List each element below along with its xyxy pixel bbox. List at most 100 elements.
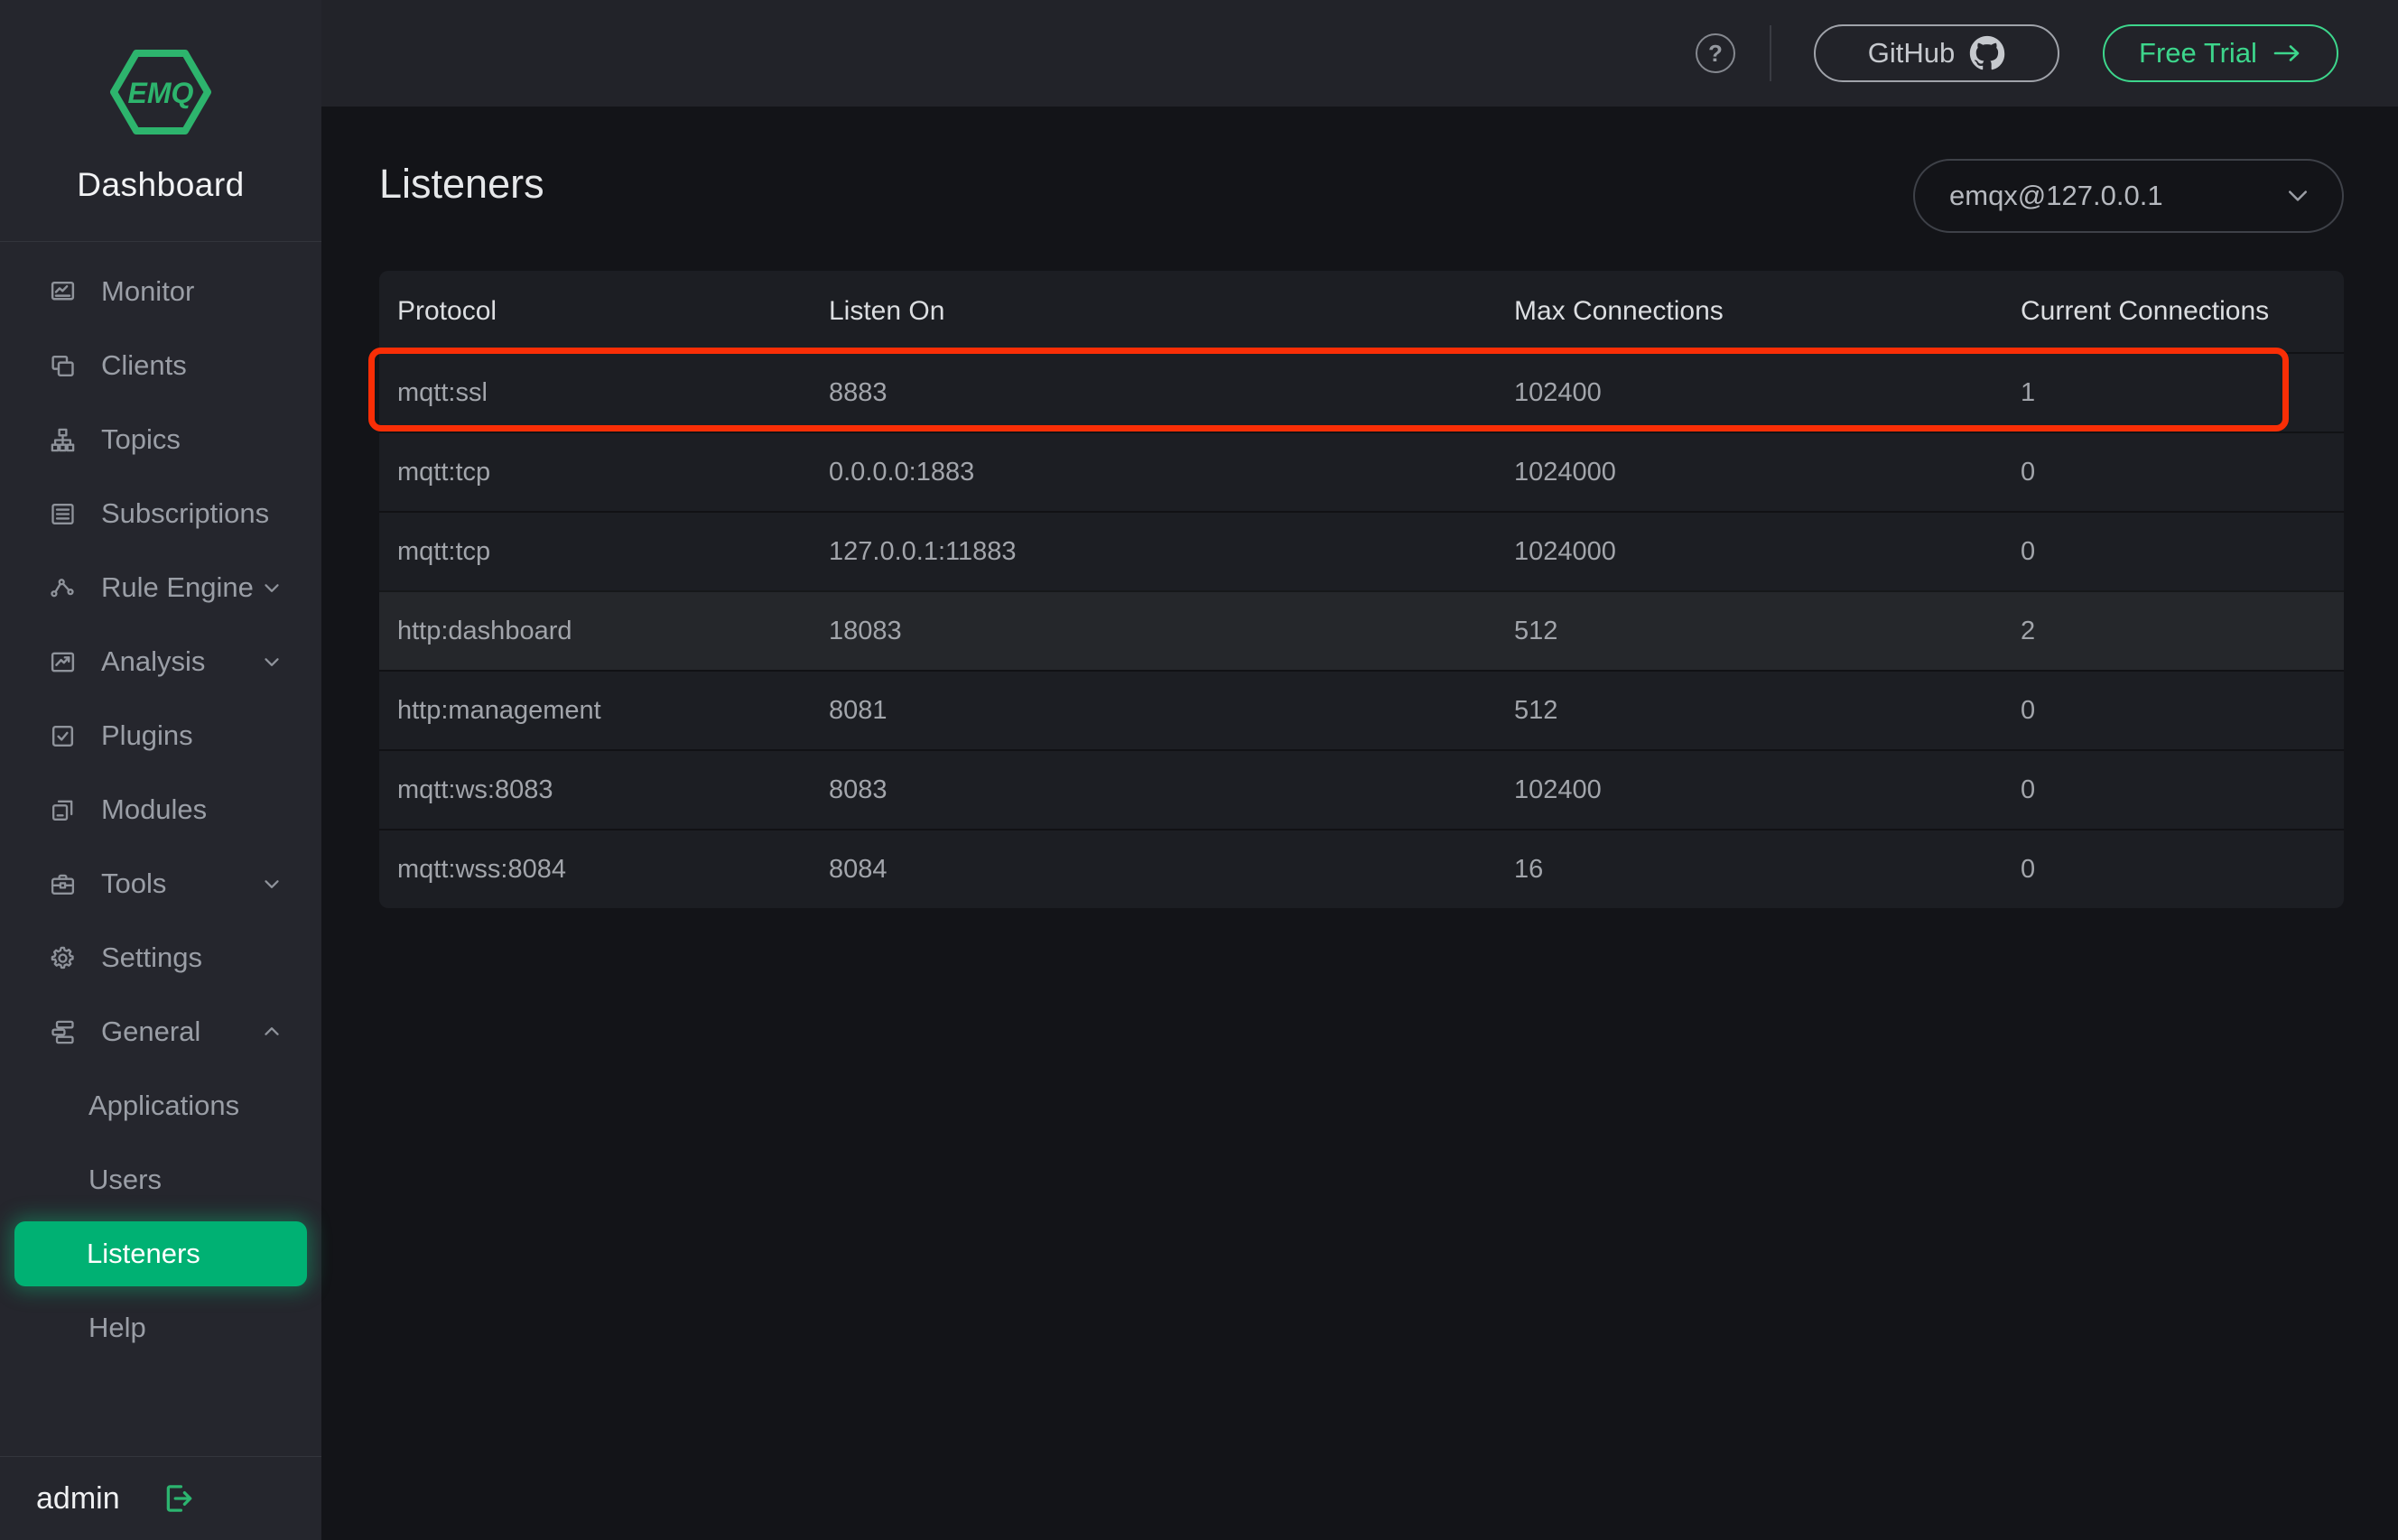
help-icon[interactable]: ? [1696, 33, 1735, 73]
sidebar-item-label: Topics [101, 423, 181, 455]
cell-current-connections: 2 [2021, 616, 2036, 645]
cell-listen-on: 8083 [829, 775, 888, 804]
sidebar-item-label: Plugins [101, 719, 193, 751]
cell-protocol: mqtt:ws:8083 [397, 775, 553, 804]
sidebar-item-clients[interactable]: Clients [0, 329, 321, 403]
sidebar-item-modules[interactable]: Modules [0, 773, 321, 847]
sidebar-item-label: Subscriptions [101, 497, 270, 529]
arrow-right-icon [2273, 45, 2300, 61]
cell-listen-on: 0.0.0.0:1883 [829, 457, 975, 487]
svg-text:EMQ: EMQ [128, 77, 194, 109]
plugins-icon [49, 722, 77, 750]
sidebar-menu: Monitor Clients Topics Subscriptions Rul… [0, 255, 321, 1365]
chevron-down-icon [260, 576, 283, 599]
column-header-max-connections: Max Connections [1514, 296, 1724, 326]
sidebar-subitem-applications[interactable]: Applications [0, 1069, 321, 1143]
table-row: mqtt:ws:8083 8083 102400 0 [379, 749, 2344, 829]
rule-engine-icon [49, 574, 77, 602]
sidebar-item-tools[interactable]: Tools [0, 847, 321, 921]
cell-protocol: http:dashboard [397, 616, 572, 645]
github-icon [1970, 35, 2005, 70]
sidebar-item-label: Modules [101, 793, 208, 825]
cell-protocol: mqtt:wss:8084 [397, 854, 566, 884]
analysis-icon [49, 648, 77, 676]
sidebar-subitem-listeners[interactable]: Listeners [14, 1221, 307, 1286]
sidebar-item-label: Settings [101, 942, 203, 973]
sidebar-item-label: Monitor [101, 275, 195, 307]
main-content: Listeners emqx@127.0.0.1 Protocol Listen… [321, 107, 2398, 1540]
username-label: admin [36, 1480, 120, 1516]
cell-max-connections: 512 [1514, 616, 1558, 645]
node-select-value: emqx@127.0.0.1 [1949, 180, 2163, 211]
table-row: mqtt:tcp 127.0.0.1:11883 1024000 0 [379, 511, 2344, 590]
column-header-listen-on: Listen On [829, 296, 945, 326]
sidebar-item-label: General [101, 1016, 201, 1047]
sidebar-item-subscriptions[interactable]: Subscriptions [0, 477, 321, 551]
monitor-icon [49, 278, 77, 306]
page-title: Listeners [379, 161, 544, 207]
cell-current-connections: 0 [2021, 536, 2036, 566]
cell-current-connections: 0 [2021, 854, 2036, 884]
subscriptions-icon [49, 500, 77, 528]
logout-icon[interactable] [158, 1480, 196, 1517]
cell-max-connections: 102400 [1514, 377, 1602, 407]
topbar: ? GitHub Free Trial [321, 0, 2398, 107]
help-glyph: ? [1708, 39, 1723, 67]
clients-icon [49, 352, 77, 380]
node-select-dropdown[interactable]: emqx@127.0.0.1 [1913, 159, 2344, 233]
cell-listen-on: 18083 [829, 616, 902, 645]
logo-block: EMQ Dashboard [0, 0, 321, 242]
free-trial-button[interactable]: Free Trial [2103, 24, 2338, 82]
chevron-down-icon [2284, 182, 2311, 209]
github-button-label: GitHub [1867, 37, 1956, 69]
table-row: mqtt:wss:8084 8084 16 0 [379, 829, 2344, 908]
column-header-protocol: Protocol [397, 296, 497, 326]
emq-logo-icon: EMQ [107, 42, 215, 143]
tools-icon [49, 870, 77, 898]
sidebar-item-settings[interactable]: Settings [0, 921, 321, 995]
sidebar-subitem-label: Help [88, 1312, 146, 1343]
sidebar-item-plugins[interactable]: Plugins [0, 699, 321, 773]
cell-protocol: mqtt:tcp [397, 536, 491, 566]
cell-protocol: mqtt:ssl [397, 377, 488, 407]
cell-max-connections: 102400 [1514, 775, 1602, 804]
general-icon [49, 1018, 77, 1046]
cell-listen-on: 127.0.0.1:11883 [829, 536, 1017, 566]
settings-icon [49, 944, 77, 972]
sidebar-item-label: Clients [101, 349, 187, 381]
cell-current-connections: 1 [2021, 377, 2036, 407]
chevron-down-icon [260, 650, 283, 673]
chevron-down-icon [260, 872, 283, 895]
cell-max-connections: 512 [1514, 695, 1558, 725]
sidebar-subitem-label: Applications [88, 1090, 240, 1121]
sidebar-subitem-label: Listeners [87, 1238, 200, 1269]
sidebar-subitem-users[interactable]: Users [0, 1143, 321, 1217]
sidebar-item-label: Rule Engine [101, 571, 254, 603]
cell-listen-on: 8081 [829, 695, 888, 725]
sidebar-item-analysis[interactable]: Analysis [0, 625, 321, 699]
free-trial-button-label: Free Trial [2139, 37, 2257, 69]
column-header-current-connections: Current Connections [2021, 296, 2270, 326]
sidebar-item-topics[interactable]: Topics [0, 403, 321, 477]
github-button[interactable]: GitHub [1814, 24, 2059, 82]
table-row: http:management 8081 512 0 [379, 670, 2344, 749]
sidebar-subitem-help[interactable]: Help [0, 1291, 321, 1365]
sidebar: EMQ Dashboard Monitor Clients Topics Sub… [0, 0, 321, 1540]
cell-max-connections: 1024000 [1514, 457, 1616, 487]
cell-protocol: http:management [397, 695, 601, 725]
sidebar-item-rule-engine[interactable]: Rule Engine [0, 551, 321, 625]
sidebar-item-label: Analysis [101, 645, 206, 677]
table-row: mqtt:tcp 0.0.0.0:1883 1024000 0 [379, 431, 2344, 511]
sidebar-footer: admin [0, 1456, 321, 1540]
cell-max-connections: 1024000 [1514, 536, 1616, 566]
topbar-divider [1770, 25, 1771, 81]
cell-current-connections: 0 [2021, 695, 2036, 725]
sidebar-item-general[interactable]: General [0, 995, 321, 1069]
cell-current-connections: 0 [2021, 457, 2036, 487]
cell-listen-on: 8883 [829, 377, 888, 407]
listeners-table: Protocol Listen On Max Connections Curre… [368, 271, 2344, 908]
sidebar-item-monitor[interactable]: Monitor [0, 255, 321, 329]
chevron-up-icon [260, 1020, 283, 1044]
emqx-dashboard-screen: EMQ Dashboard Monitor Clients Topics Sub… [0, 0, 2398, 1540]
sidebar-item-label: Tools [101, 867, 167, 899]
